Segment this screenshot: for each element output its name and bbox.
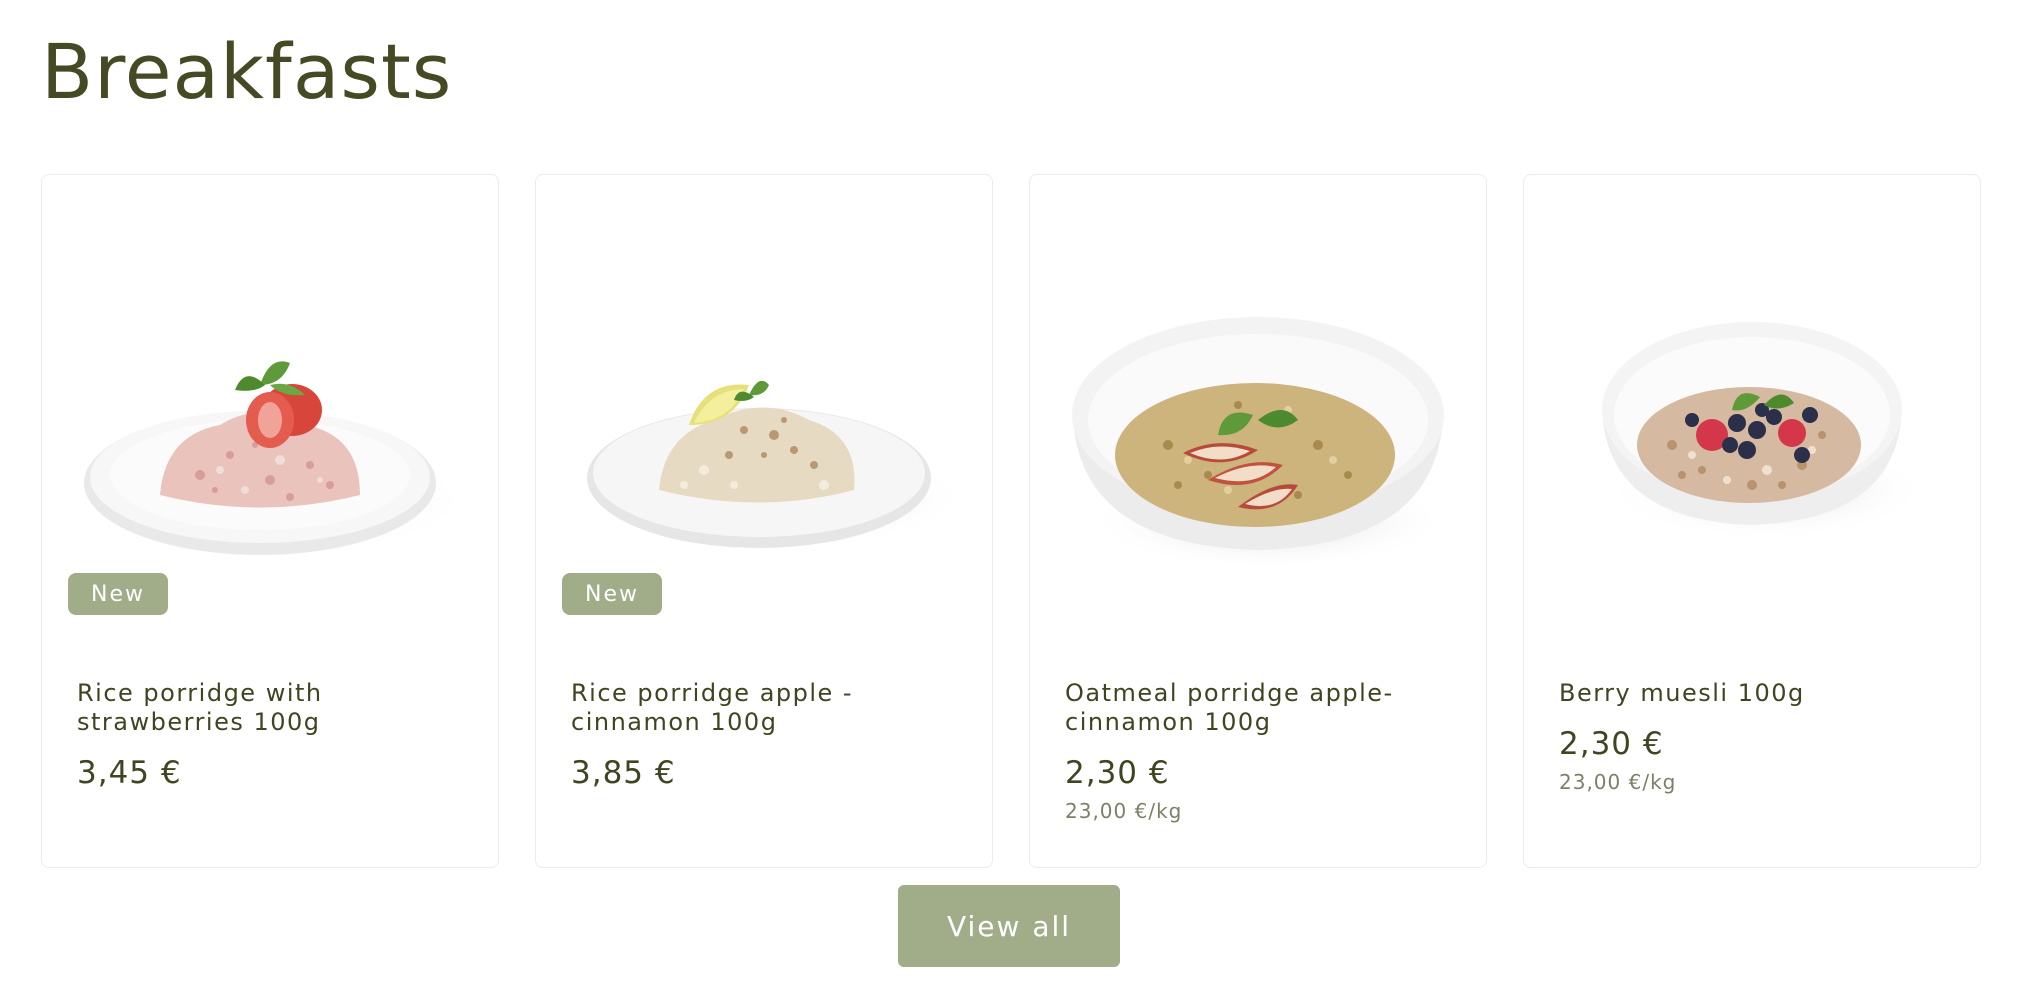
product-price: 2,30 € [1065, 755, 1170, 791]
rice-porridge-strawberries-image [84, 361, 470, 555]
rice-porridge-apple-cinnamon-image [587, 380, 964, 550]
unit-price: 23,00 €/kg [1559, 770, 1677, 794]
product-price: 3,85 € [571, 755, 676, 791]
product-price: 2,30 € [1559, 726, 1664, 762]
product-name[interactable]: Rice porridge apple - cinnamon 100g [571, 679, 961, 737]
product-name[interactable]: Berry muesli 100g [1559, 679, 1949, 708]
product-card[interactable]: New Rice porridge with strawberries 100g… [41, 174, 499, 868]
berry-muesli-image [1602, 322, 1927, 540]
new-badge: New [68, 573, 168, 615]
section-title: Breakfasts [41, 27, 453, 116]
view-all-button[interactable]: View all [898, 885, 1120, 967]
product-price: 3,45 € [77, 755, 182, 791]
oatmeal-porridge-image [1072, 317, 1448, 570]
unit-price: 23,00 €/kg [1065, 799, 1183, 823]
product-name[interactable]: Oatmeal porridge apple-cinnamon 100g [1065, 679, 1455, 737]
product-name[interactable]: Rice porridge with strawberries 100g [77, 679, 467, 737]
product-card[interactable]: Oatmeal porridge apple-cinnamon 100g 2,3… [1029, 174, 1487, 868]
product-card[interactable]: Berry muesli 100g 2,30 € 23,00 €/kg [1523, 174, 1981, 868]
new-badge: New [562, 573, 662, 615]
product-card[interactable]: New Rice porridge apple - cinnamon 100g … [535, 174, 993, 868]
